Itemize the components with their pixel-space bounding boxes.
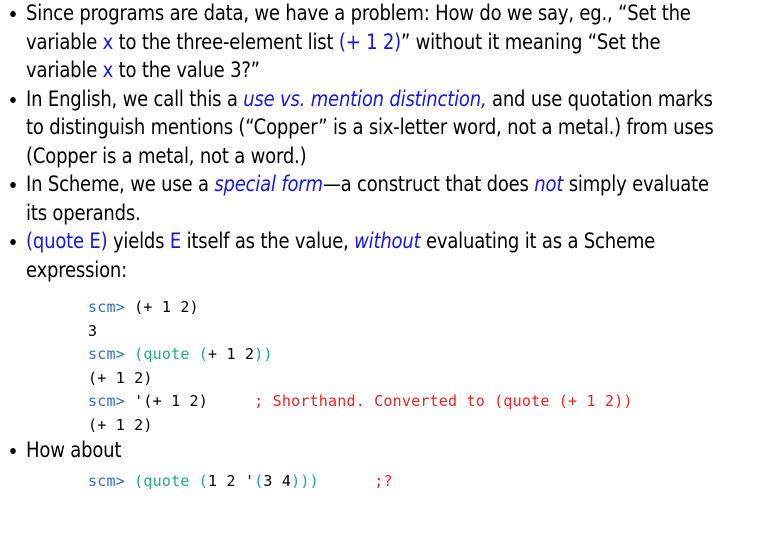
code-line: scm> (quote (1 2 '(3 4))) ;? [88,471,393,490]
slide-root: Since programs are data, we have a probl… [0,0,773,553]
code-line: (+ 1 2) [88,415,153,434]
bullet-dot-icon [10,182,16,188]
bullet-use-mention: In English, we call this a use vs. menti… [0,86,719,172]
code-line: 3 [88,321,98,340]
bullet-dot-icon [10,239,16,245]
bullet-special-form-text: In Scheme, we use a special form—a const… [26,172,709,226]
bullet-problem: Since programs are data, we have a probl… [0,0,719,86]
bullet-dot-icon [10,448,16,454]
bullet-dot-icon [10,96,16,103]
bullet-special-form: In Scheme, we use a special form—a const… [0,171,719,228]
bullet-dot-icon [10,11,16,17]
code-line: scm> (quote (+ 1 2)) [88,345,273,363]
bullet-list-continued: How about [0,437,773,466]
bullet-problem-text: Since programs are data, we have a probl… [26,1,691,83]
repl-transcript-main: scm> (+ 1 2) 3 scm> (quote (+ 1 2)) (+ 1 2)… [88,296,773,437]
bullet-list: Since programs are data, we have a probl… [0,0,773,285]
bullet-use-mention-text: In English, we call this a use vs. menti… [26,86,714,169]
repl-transcript-how-about: scm> (quote (1 2 '(3 4))) ;? [88,470,773,494]
code-line: (+ 1 2) [88,368,153,387]
code-line: scm> (+ 1 2) [88,298,199,316]
bullet-quote: (quote E) yields E itself as the value, … [0,228,719,285]
bullet-quote-text: (quote E) yields E itself as the value, … [26,229,656,283]
bullet-how-about-text: How about [26,438,122,463]
bullet-how-about: How about [0,437,719,466]
code-line: scm> '(+ 1 2) ; Shorthand. Converted to … [88,392,633,410]
